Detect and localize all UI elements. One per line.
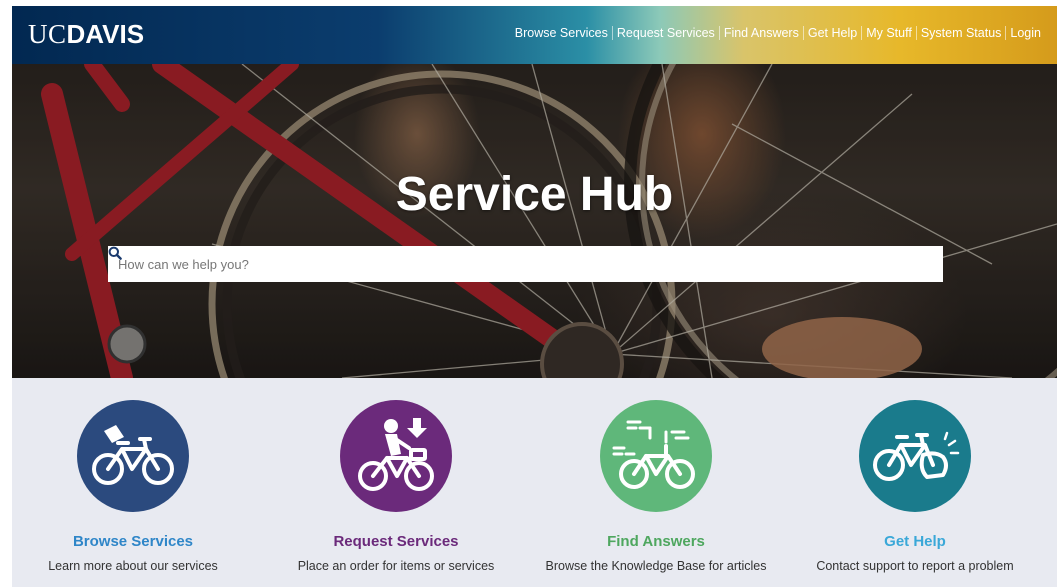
nav-system-status[interactable]: System Status — [917, 26, 1007, 40]
main-nav: Browse Services Request Services Find An… — [511, 26, 1045, 40]
tile-title: Find Answers — [607, 533, 705, 550]
search-button[interactable] — [108, 246, 943, 282]
tile-description: Place an order for items or services — [297, 559, 495, 573]
site-header: UCDAVIS Browse Services Request Services… — [12, 6, 1057, 64]
tile-description: Learn more about our services — [48, 559, 218, 573]
hero-banner: Service Hub — [12, 64, 1057, 378]
page-frame: UCDAVIS Browse Services Request Services… — [12, 6, 1057, 587]
request-services-circle — [340, 400, 452, 512]
tile-get-help[interactable]: Get Help Contact support to report a pro… — [795, 378, 1035, 573]
nav-my-stuff[interactable]: My Stuff — [862, 26, 917, 40]
tile-browse-services[interactable]: Browse Services Learn more about our ser… — [13, 378, 253, 573]
browse-services-circle — [77, 400, 189, 512]
tile-title: Get Help — [884, 533, 946, 550]
cyclist-download-icon — [358, 418, 434, 491]
tile-title: Browse Services — [72, 533, 194, 550]
tile-description: Browse the Knowledge Base for articles — [545, 559, 767, 573]
tile-description: Contact support to report a problem — [816, 559, 1014, 573]
bicycle-flat-tire-icon — [873, 431, 960, 481]
ucdavis-logo[interactable]: UCDAVIS — [28, 19, 144, 50]
tile-request-services[interactable]: Request Services Place an order for item… — [276, 378, 516, 573]
search-bar — [108, 246, 943, 282]
search-icon — [108, 246, 122, 260]
service-tiles: Browse Services Learn more about our ser… — [12, 378, 1057, 587]
bicycle-text-icon — [612, 420, 695, 489]
nav-request-services[interactable]: Request Services — [613, 26, 720, 40]
page-title: Service Hub — [395, 168, 674, 221]
tile-title: Request Services — [333, 533, 459, 550]
nav-login[interactable]: Login — [1006, 26, 1045, 40]
tile-find-answers[interactable]: Find Answers Browse the Knowledge Base f… — [536, 378, 776, 573]
nav-browse-services[interactable]: Browse Services — [511, 26, 613, 40]
nav-get-help[interactable]: Get Help — [804, 26, 863, 40]
logo-davis-text: DAVIS — [66, 19, 145, 49]
bicycle-tag-icon — [92, 425, 174, 485]
search-input[interactable] — [108, 247, 907, 281]
find-answers-circle — [600, 400, 712, 512]
get-help-circle — [859, 400, 971, 512]
nav-find-answers[interactable]: Find Answers — [720, 26, 804, 40]
logo-uc-text: UC — [28, 19, 67, 49]
